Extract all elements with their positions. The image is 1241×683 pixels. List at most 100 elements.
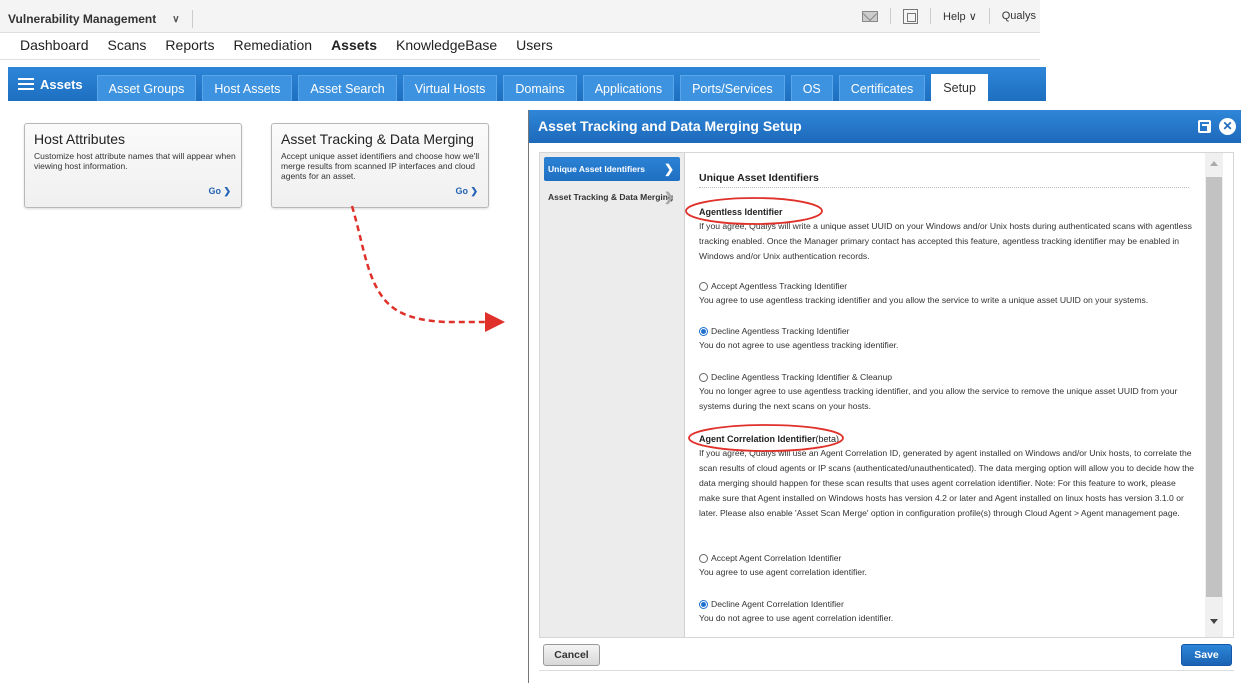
divider <box>699 187 1189 188</box>
nav-label: Unique Asset Identifiers <box>548 164 645 174</box>
tab-os[interactable]: OS <box>790 75 833 101</box>
nav-remediation[interactable]: Remediation <box>233 37 312 53</box>
radio-button[interactable] <box>699 281 708 291</box>
dialog-title: Asset Tracking and Data Merging Setup <box>538 118 802 134</box>
chevron-right-icon: ❯ <box>663 190 674 204</box>
card-description: Customize host attribute names that will… <box>34 151 236 171</box>
option-description: You no longer agree to use agentless tra… <box>699 386 1178 411</box>
chevron-right-icon: ❯ <box>223 186 231 196</box>
go-link[interactable]: Go ❯ <box>208 186 231 197</box>
divider <box>988 8 990 24</box>
option-label: Decline Agentless Tracking Identifier & … <box>711 372 893 382</box>
nav-label: Asset Tracking & Data Merging <box>548 192 674 202</box>
agent-correlation-title: Agent Correlation Identifier(beta) <box>699 434 839 444</box>
scrollbar[interactable] <box>1205 153 1223 637</box>
news-icon[interactable] <box>903 8 919 24</box>
scroll-thumb[interactable] <box>1206 177 1222 597</box>
assets-menu[interactable]: Assets <box>16 70 91 98</box>
menu-icon <box>18 78 34 90</box>
option-description: You agree to use agent correlation ident… <box>699 567 867 577</box>
agentless-description: If you agree, Qualys will write a unique… <box>699 221 1192 261</box>
radio-button[interactable] <box>699 326 708 336</box>
option-label: Decline Agentless Tracking Identifier <box>711 326 850 336</box>
section-title: Unique Asset Identifiers <box>699 172 819 184</box>
card-title: Host Attributes <box>34 131 126 147</box>
help-menu[interactable]: Help ∨ <box>943 10 977 23</box>
dialog-body: Unique Asset Identifiers ❯ Asset Trackin… <box>539 152 1234 638</box>
divider <box>191 10 193 28</box>
card-description: Accept unique asset identifiers and choo… <box>281 151 480 181</box>
brand-label: Qualys <box>1001 10 1036 22</box>
save-button[interactable]: Save <box>1181 644 1232 666</box>
main-nav: Dashboard Scans Reports Remediation Asse… <box>20 37 572 53</box>
option-description: You do not agree to use agentless tracki… <box>699 340 899 350</box>
go-label: Go <box>208 186 221 196</box>
go-link[interactable]: Go ❯ <box>455 186 478 197</box>
dialog-footer: Cancel Save <box>539 642 1234 672</box>
nav-dashboard[interactable]: Dashboard <box>20 37 89 53</box>
radio-button[interactable] <box>699 372 708 382</box>
divider <box>890 8 892 24</box>
annotation-arrow <box>350 205 505 332</box>
radio-button[interactable] <box>699 553 708 563</box>
divider <box>539 670 1234 671</box>
close-icon[interactable]: ✕ <box>1219 118 1236 135</box>
tab-virtual-hosts[interactable]: Virtual Hosts <box>402 75 498 101</box>
go-label: Go <box>455 186 468 196</box>
chevron-right-icon: ❯ <box>663 162 674 176</box>
setup-dialog: Asset Tracking and Data Merging Setup ✕ … <box>528 110 1241 683</box>
divider <box>0 59 1040 60</box>
dialog-header: Asset Tracking and Data Merging Setup ✕ <box>529 110 1241 143</box>
decline-agentless-cleanup-option[interactable]: Decline Agentless Tracking Identifier & … <box>699 372 892 382</box>
chevron-right-icon: ❯ <box>470 186 478 196</box>
nav-knowledgebase[interactable]: KnowledgeBase <box>396 37 497 53</box>
option-description: You agree to use agentless tracking iden… <box>699 295 1149 305</box>
app-name: Vulnerability Management <box>8 12 157 26</box>
chevron-down-icon: ∨ <box>172 13 180 25</box>
dialog-content: Unique Asset Identifiers Agentless Ident… <box>690 153 1202 637</box>
card-title: Asset Tracking & Data Merging <box>281 131 474 147</box>
tab-certificates[interactable]: Certificates <box>838 75 926 101</box>
mail-icon[interactable] <box>862 10 879 22</box>
tab-asset-groups[interactable]: Asset Groups <box>96 75 197 101</box>
nav-users[interactable]: Users <box>516 37 553 53</box>
accept-agentless-option[interactable]: Accept Agentless Tracking Identifier <box>699 281 847 291</box>
agent-correlation-title-text: Agent Correlation Identifier <box>699 434 816 444</box>
scroll-down-icon[interactable] <box>1210 619 1218 624</box>
option-label: Accept Agentless Tracking Identifier <box>711 281 848 291</box>
nav-scans[interactable]: Scans <box>108 37 147 53</box>
top-right-tools: Help ∨ Qualys <box>862 8 1036 24</box>
nav-assets[interactable]: Assets <box>331 37 377 53</box>
tab-ports-services[interactable]: Ports/Services <box>680 75 785 101</box>
radio-button[interactable] <box>699 599 708 609</box>
tab-setup[interactable]: Setup <box>931 74 988 101</box>
app-switcher[interactable]: Vulnerability Management ∨ <box>8 10 193 28</box>
option-description: You do not agree to use agent correlatio… <box>699 613 894 623</box>
nav-asset-tracking-data-merging[interactable]: Asset Tracking & Data Merging ❯ <box>544 185 680 209</box>
help-label: Help <box>943 10 966 23</box>
cancel-button[interactable]: Cancel <box>543 644 600 666</box>
accept-agent-correlation-option[interactable]: Accept Agent Correlation Identifier <box>699 553 841 563</box>
agent-correlation-description: If you agree, Qualys will use an Agent C… <box>699 448 1195 518</box>
top-bar: Vulnerability Management ∨ Help ∨ Qualys <box>0 0 1040 33</box>
tab-asset-search[interactable]: Asset Search <box>298 75 397 101</box>
decline-agentless-option[interactable]: Decline Agentless Tracking Identifier <box>699 326 850 336</box>
host-attributes-card[interactable]: Host Attributes Customize host attribute… <box>24 123 242 208</box>
dialog-side-nav: Unique Asset Identifiers ❯ Asset Trackin… <box>540 153 685 637</box>
nav-unique-asset-identifiers[interactable]: Unique Asset Identifiers ❯ <box>544 157 680 181</box>
nav-reports[interactable]: Reports <box>165 37 214 53</box>
assets-tab-bar: Assets Asset Groups Host Assets Asset Se… <box>8 67 1046 101</box>
tab-domains[interactable]: Domains <box>503 75 577 101</box>
agentless-title: Agentless Identifier <box>699 207 783 217</box>
expand-icon[interactable] <box>1198 120 1211 133</box>
option-label: Accept Agent Correlation Identifier <box>711 553 842 563</box>
divider <box>930 8 932 24</box>
tab-applications[interactable]: Applications <box>582 75 675 101</box>
decline-agent-correlation-option[interactable]: Decline Agent Correlation Identifier <box>699 599 844 609</box>
tab-host-assets[interactable]: Host Assets <box>202 75 293 101</box>
option-label: Decline Agent Correlation Identifier <box>711 599 844 609</box>
asset-tracking-card[interactable]: Asset Tracking & Data Merging Accept uni… <box>271 123 489 208</box>
scroll-up-icon[interactable] <box>1210 161 1218 166</box>
dialog-tools: ✕ <box>1198 118 1236 135</box>
assets-menu-label: Assets <box>40 76 83 92</box>
